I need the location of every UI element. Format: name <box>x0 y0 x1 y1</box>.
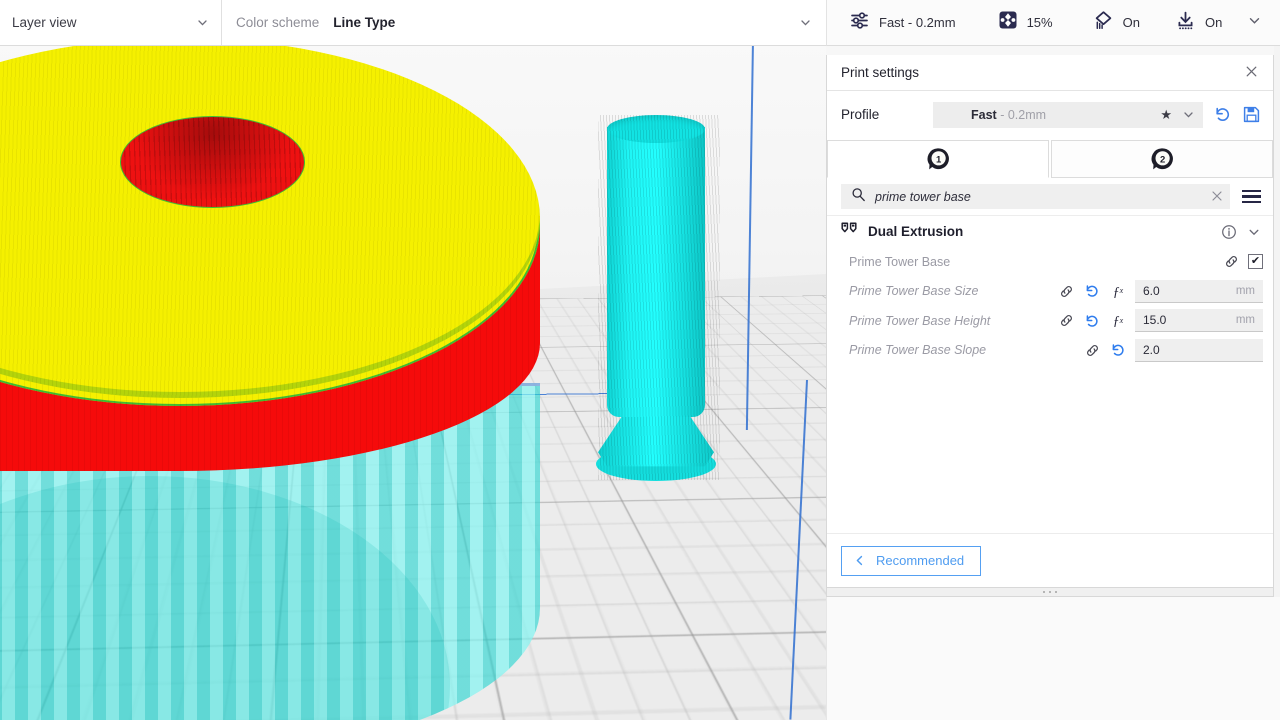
setting-label: Prime Tower Base <box>849 255 1166 269</box>
profile-label: Profile <box>841 107 923 122</box>
setting-row-prime-tower-base-size: Prime Tower Base Size ƒx 6.0 mm <box>827 277 1273 307</box>
profile-dropdown[interactable]: Fast - 0.2mm ★ <box>933 102 1203 128</box>
hamburger-menu-icon[interactable] <box>1240 188 1263 205</box>
formula-icon[interactable]: ƒx <box>1105 314 1131 328</box>
tab-extruder-2[interactable]: 2 <box>1051 140 1273 178</box>
info-icon[interactable] <box>1221 224 1237 240</box>
recommended-button[interactable]: Recommended <box>841 546 981 576</box>
prime-tower-model[interactable] <box>598 115 720 480</box>
value-field-prime-tower-base-slope[interactable]: 2.0 <box>1135 339 1263 362</box>
checkbox-prime-tower-base[interactable]: ✔ <box>1248 254 1263 269</box>
status-profile[interactable]: Fast - 0.2mm <box>849 10 956 36</box>
revert-profile-icon[interactable] <box>1213 105 1232 124</box>
status-infill-value: 15% <box>1027 15 1053 30</box>
chevron-left-icon <box>853 554 866 567</box>
panel-title: Print settings <box>841 65 1242 80</box>
status-support-value: On <box>1123 15 1140 30</box>
dual-extrusion-icon <box>841 222 858 242</box>
tab-extruder-1[interactable]: 1 <box>827 140 1049 178</box>
save-icon[interactable] <box>1242 105 1261 124</box>
link-icon[interactable] <box>1053 313 1079 328</box>
status-adhesion[interactable]: On <box>1175 10 1222 36</box>
status-support[interactable]: On <box>1093 10 1140 36</box>
color-scheme-dropdown[interactable]: Color scheme Line Type <box>222 0 826 45</box>
search-input[interactable]: prime tower base <box>841 184 1230 209</box>
status-profile-value: Fast - 0.2mm <box>879 15 956 30</box>
star-icon[interactable]: ★ <box>1160 107 1172 123</box>
value-number: 6.0 <box>1143 284 1236 298</box>
close-icon[interactable] <box>1242 62 1261 84</box>
formula-icon[interactable]: ƒx <box>1105 285 1131 299</box>
extruder-2-icon: 2 <box>1148 145 1176 173</box>
print-settings-header: Print settings <box>827 55 1273 91</box>
support-icon <box>1093 10 1114 36</box>
settings-search-row: prime tower base <box>827 178 1273 215</box>
revert-icon[interactable] <box>1105 342 1131 358</box>
extruder-tabs: 1 2 <box>827 140 1273 178</box>
profile-row: Profile Fast - 0.2mm ★ <box>827 91 1273 138</box>
print-settings-panel: Print settings Profile Fast - 0.2mm ★ <box>826 55 1274 588</box>
print-settings-footer: Recommended <box>827 533 1273 587</box>
link-icon[interactable] <box>1218 254 1244 269</box>
profile-value-name: Fast <box>971 108 997 122</box>
revert-icon[interactable] <box>1079 283 1105 299</box>
status-infill[interactable]: 15% <box>998 10 1053 35</box>
link-icon[interactable] <box>1053 284 1079 299</box>
search-input-value: prime tower base <box>875 190 1202 204</box>
profile-value: Fast - 0.2mm <box>933 108 1160 122</box>
infill-icon <box>998 10 1018 35</box>
category-title: Dual Extrusion <box>868 224 1211 239</box>
link-icon[interactable] <box>1079 343 1105 358</box>
view-mode-label: Layer view <box>12 15 196 30</box>
category-dual-extrusion[interactable]: Dual Extrusion <box>827 215 1273 247</box>
setting-label: Prime Tower Base Height <box>849 314 1053 328</box>
color-scheme-label: Color scheme <box>236 15 319 30</box>
svg-text:1: 1 <box>936 154 942 165</box>
revert-icon[interactable] <box>1079 313 1105 329</box>
chevron-down-icon <box>196 16 209 29</box>
value-field-prime-tower-base-size[interactable]: 6.0 mm <box>1135 280 1263 303</box>
recommended-label: Recommended <box>876 553 964 568</box>
setting-label: Prime Tower Base Slope <box>849 343 1053 357</box>
view-mode-dropdown[interactable]: Layer view <box>0 0 222 45</box>
bottom-right-area <box>826 597 1280 720</box>
extruder-1-icon: 1 <box>924 145 952 173</box>
search-icon <box>851 187 866 207</box>
profile-value-detail: - 0.2mm <box>1000 108 1046 122</box>
close-icon[interactable] <box>1211 190 1223 204</box>
settings-list: Prime Tower Base ✔ Prime Tower Base Size <box>827 247 1273 533</box>
model-center-hole <box>120 116 305 208</box>
setting-row-prime-tower-base-height: Prime Tower Base Height ƒx 15.0 mm <box>827 306 1273 336</box>
setting-row-prime-tower-base-slope: Prime Tower Base Slope 2.0 <box>827 336 1273 366</box>
svg-text:2: 2 <box>1160 154 1165 165</box>
chevron-down-icon[interactable] <box>1247 225 1261 239</box>
value-unit: mm <box>1236 314 1255 326</box>
print-profile-icon <box>849 10 870 36</box>
value-field-prime-tower-base-height[interactable]: 15.0 mm <box>1135 309 1263 332</box>
adhesion-icon <box>1175 10 1196 36</box>
panel-resize-handle[interactable] <box>826 588 1274 597</box>
setting-label: Prime Tower Base Size <box>849 284 1053 298</box>
value-unit: mm <box>1236 285 1255 297</box>
main-cylinder-model[interactable] <box>0 38 540 720</box>
status-adhesion-value: On <box>1205 15 1222 30</box>
view-toolbar: Layer view Color scheme Line Type <box>0 0 826 46</box>
color-scheme-value: Line Type <box>333 15 799 30</box>
chevron-down-icon <box>799 16 812 29</box>
status-expand-button[interactable] <box>1247 13 1262 33</box>
value-number: 2.0 <box>1143 343 1255 357</box>
value-number: 15.0 <box>1143 313 1236 327</box>
print-status-bar: Fast - 0.2mm 15% On <box>826 0 1280 46</box>
3d-viewport[interactable] <box>0 0 826 720</box>
chevron-down-icon <box>1182 108 1195 121</box>
setting-row-prime-tower-base: Prime Tower Base ✔ <box>827 247 1273 277</box>
